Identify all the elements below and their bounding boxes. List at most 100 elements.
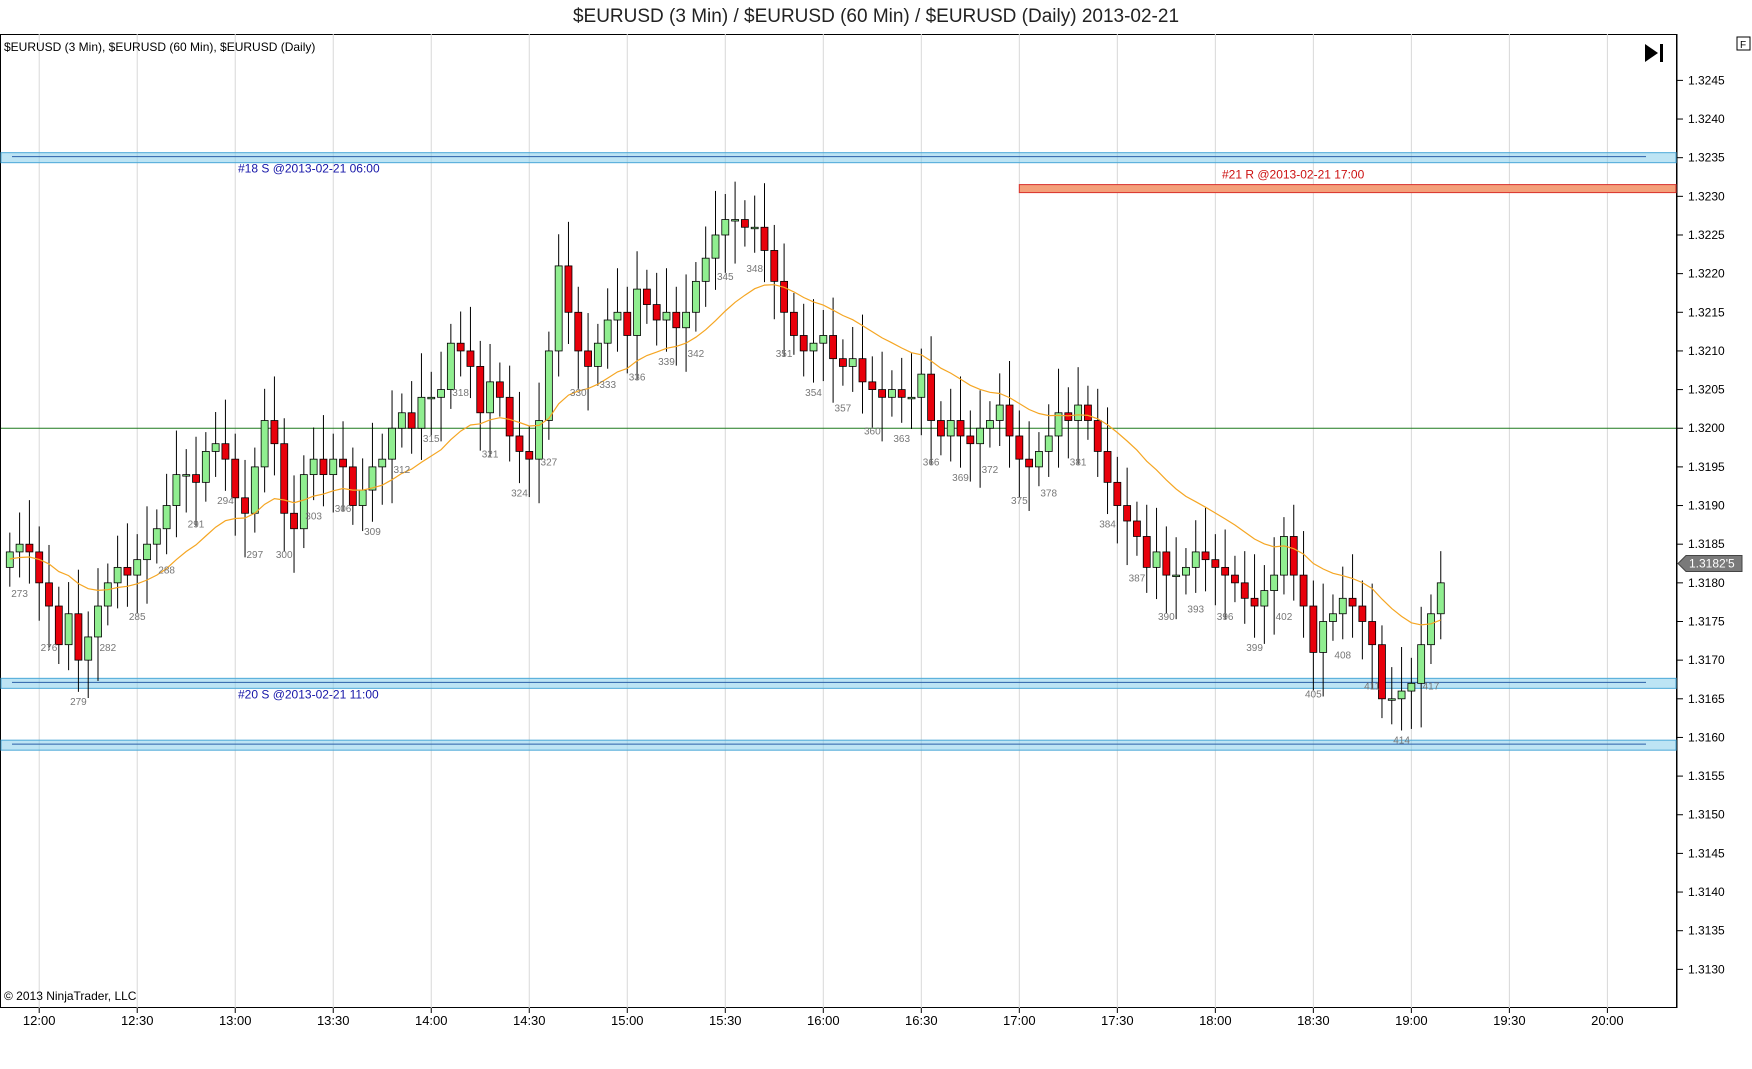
bar-number-label: 282 bbox=[99, 643, 116, 654]
candle-up bbox=[250, 466, 259, 514]
candle-down bbox=[35, 551, 44, 584]
y-tick-label: 1.3200 bbox=[1688, 421, 1725, 435]
candle-down bbox=[1123, 505, 1132, 522]
candle-down bbox=[652, 304, 661, 321]
bar-number-label: 342 bbox=[688, 349, 705, 360]
candle-up bbox=[1270, 574, 1279, 591]
bar-number-label: 354 bbox=[805, 388, 822, 399]
candle-up bbox=[603, 319, 612, 344]
bar-number-label: 360 bbox=[864, 427, 881, 438]
candle-up bbox=[64, 613, 73, 646]
candle-down bbox=[270, 420, 279, 445]
bar-number-label: 348 bbox=[746, 264, 763, 275]
candle-down bbox=[241, 497, 249, 514]
candle-down bbox=[1162, 551, 1171, 576]
candle-up bbox=[819, 335, 828, 344]
candle-down bbox=[1064, 412, 1073, 421]
candle-up bbox=[309, 458, 318, 476]
x-tick-label: 12:30 bbox=[121, 1013, 154, 1028]
candle-down bbox=[1299, 574, 1308, 607]
y-tick-label: 1.3140 bbox=[1688, 885, 1725, 899]
bar-number-label: 306 bbox=[335, 504, 352, 515]
format-button-label: F bbox=[1740, 40, 1746, 51]
candle-up bbox=[201, 451, 210, 483]
x-tick-label: 15:00 bbox=[611, 1013, 644, 1028]
candle-down bbox=[1015, 435, 1024, 460]
candle-down bbox=[1084, 404, 1092, 421]
resistance-label: #21 R @2013-02-21 17:00 bbox=[1222, 168, 1365, 182]
chart-panel[interactable]: #18 S @2013-02-21 06:00 #20 S @2013-02-21… bbox=[0, 34, 1752, 1064]
candle-down bbox=[1201, 551, 1210, 561]
x-tick-label: 14:30 bbox=[513, 1013, 546, 1028]
bar-number-label: 318 bbox=[452, 388, 469, 399]
candle-up bbox=[691, 280, 700, 313]
bar-number-label: 336 bbox=[629, 372, 646, 383]
candle-down bbox=[45, 582, 53, 607]
bar-number-label: 393 bbox=[1187, 604, 1204, 615]
last-price-label: 1.3182'5 bbox=[1689, 557, 1735, 571]
candle-up bbox=[1044, 435, 1053, 452]
candle-down bbox=[54, 605, 63, 646]
candle-up bbox=[721, 219, 730, 236]
bar-number-label: 309 bbox=[364, 527, 381, 538]
bar-number-label: 390 bbox=[1158, 612, 1175, 623]
candle-up bbox=[437, 389, 445, 398]
bar-number-label: 279 bbox=[70, 697, 87, 708]
candle-up bbox=[329, 458, 338, 476]
bar-number-label: 366 bbox=[923, 457, 940, 468]
y-tick-label: 1.3210 bbox=[1688, 344, 1725, 358]
y-tick-label: 1.3220 bbox=[1688, 267, 1725, 281]
candle-up bbox=[1427, 613, 1435, 646]
candle-up bbox=[976, 427, 985, 445]
y-tick-label: 1.3230 bbox=[1688, 189, 1725, 203]
y-tick-label: 1.3240 bbox=[1688, 112, 1725, 126]
candle-down bbox=[937, 420, 945, 437]
x-tick-label: 15:30 bbox=[709, 1013, 742, 1028]
candle-down bbox=[770, 250, 779, 282]
candle-up bbox=[750, 226, 759, 230]
format-button[interactable]: F bbox=[1736, 36, 1751, 51]
candle-up bbox=[848, 358, 857, 367]
skip-to-end-icon[interactable] bbox=[1645, 44, 1663, 62]
candle-down bbox=[1093, 420, 1102, 452]
candle-up bbox=[809, 342, 818, 352]
bar-number-label: 417 bbox=[1423, 682, 1440, 693]
y-tick-label: 1.3190 bbox=[1688, 499, 1725, 513]
candle-up bbox=[682, 311, 690, 329]
price-chart[interactable]: #18 S @2013-02-21 06:00 #20 S @2013-02-21… bbox=[0, 34, 1752, 1064]
x-tick-label: 17:00 bbox=[1003, 1013, 1036, 1028]
candle-up bbox=[613, 311, 622, 321]
candle-up bbox=[1436, 582, 1445, 615]
candle-up bbox=[162, 505, 171, 530]
candle-down bbox=[1133, 520, 1141, 537]
candle-up bbox=[397, 412, 406, 429]
price-axis: 1.3245 1.3240 1.3235 1.3230 1.3225 1.3220 1.32… bbox=[1677, 73, 1743, 976]
bar-number-label: 363 bbox=[893, 434, 910, 445]
y-tick-label: 1.3170 bbox=[1688, 653, 1725, 667]
candle-down bbox=[927, 373, 936, 421]
bar-number-label: 333 bbox=[599, 380, 616, 391]
bar-number-label: 345 bbox=[717, 272, 734, 283]
candle-down bbox=[1221, 566, 1230, 576]
bar-number-label: 315 bbox=[423, 434, 440, 445]
y-tick-label: 1.3180 bbox=[1688, 576, 1725, 590]
candle-up bbox=[15, 543, 24, 553]
bar-number-label: 408 bbox=[1334, 651, 1351, 662]
bar-number-label: 294 bbox=[217, 496, 234, 507]
support-zone bbox=[0, 739, 1677, 751]
candle-up bbox=[388, 427, 396, 460]
candle-up bbox=[103, 582, 112, 607]
candle-up bbox=[731, 219, 739, 222]
y-tick-label: 1.3165 bbox=[1688, 692, 1725, 706]
candle-up bbox=[358, 489, 367, 506]
candle-up bbox=[1280, 536, 1288, 576]
bar-number-label: 312 bbox=[394, 465, 411, 476]
candle-down bbox=[858, 358, 867, 383]
copyright-label: © 2013 NinjaTrader, LLC bbox=[4, 989, 137, 1003]
y-tick-label: 1.3185 bbox=[1688, 537, 1725, 551]
bar-number-label: 375 bbox=[1011, 496, 1028, 507]
candle-down bbox=[789, 311, 798, 336]
candle-up bbox=[5, 551, 14, 568]
candle-up bbox=[486, 381, 494, 414]
y-tick-label: 1.3130 bbox=[1688, 962, 1725, 976]
